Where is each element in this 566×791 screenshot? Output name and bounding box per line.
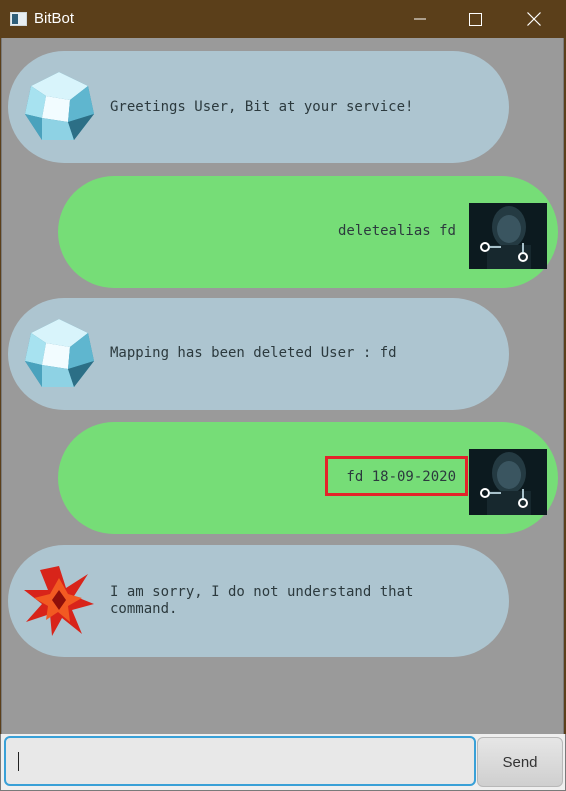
window-title: BitBot — [34, 10, 75, 27]
message-text: deletealias fd — [337, 223, 456, 239]
maximize-icon — [468, 12, 482, 26]
user-photo-avatar — [469, 203, 547, 269]
user-message-bubble: fd 18-09-2020 — [58, 422, 558, 534]
minimize-icon — [414, 18, 426, 20]
bot-message-bubble: Mapping has been deleted User : fd — [8, 298, 509, 410]
crystal-bot-avatar-icon — [25, 319, 94, 387]
user-message-bubble: deletealias fd — [58, 176, 558, 288]
input-bar: Send — [0, 734, 566, 791]
bot-message-bubble: Greetings User, Bit at your service! — [8, 51, 509, 163]
error-starburst-avatar-icon — [24, 566, 94, 636]
close-icon — [527, 12, 541, 26]
message-text: fd 18-09-2020 — [346, 469, 456, 485]
maximize-button[interactable] — [452, 0, 498, 38]
bot-message-bubble: I am sorry, I do not understand that com… — [8, 545, 509, 657]
crystal-bot-avatar-icon — [25, 72, 94, 140]
user-photo-avatar — [469, 449, 547, 515]
message-text: Mapping has been deleted User : fd — [110, 345, 397, 361]
close-button[interactable] — [511, 0, 557, 38]
window-app-icon — [10, 12, 27, 26]
minimize-button[interactable] — [397, 0, 443, 38]
bitbot-window: BitBot Greetings User, Bit at your servi… — [0, 0, 566, 791]
send-button[interactable]: Send — [477, 737, 563, 787]
chat-scroll-area[interactable]: Greetings User, Bit at your service! del… — [1, 38, 564, 734]
title-bar[interactable]: BitBot — [0, 0, 566, 38]
text-caret — [18, 752, 19, 771]
message-text: I am sorry, I do not understand that com… — [110, 584, 414, 617]
message-input[interactable] — [4, 736, 476, 786]
message-text: Greetings User, Bit at your service! — [110, 99, 414, 115]
